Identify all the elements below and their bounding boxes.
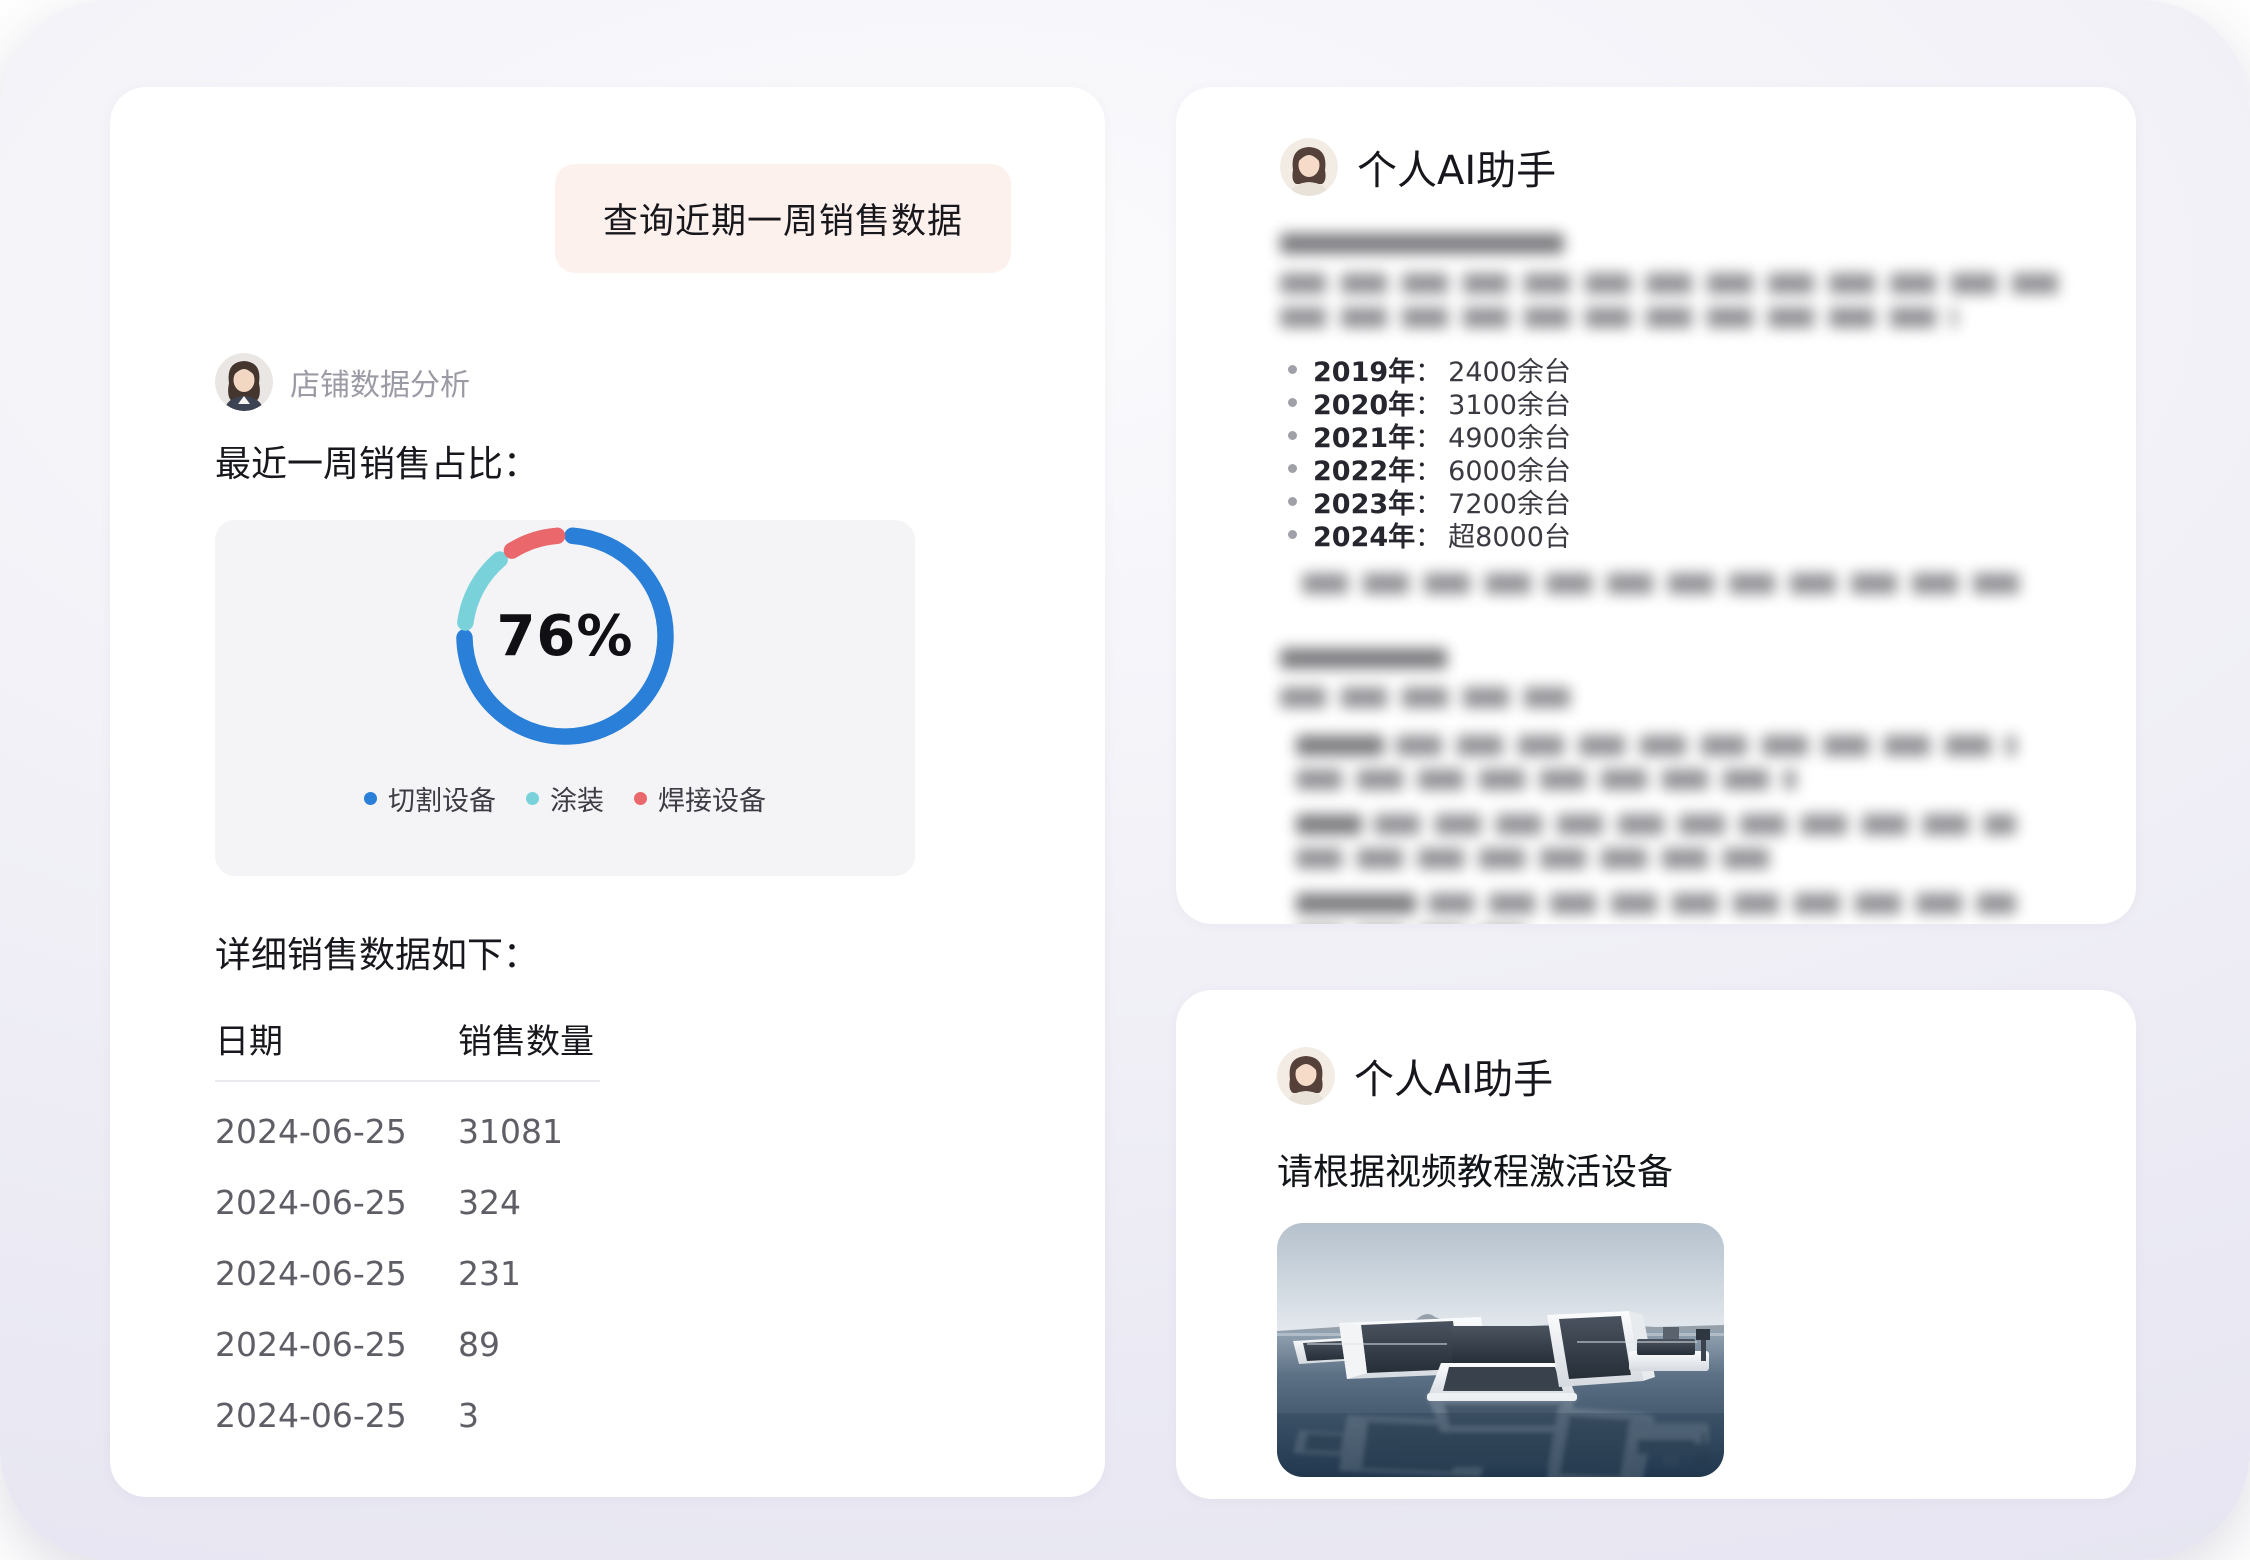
- table-cell: 2024-06-25: [215, 1112, 458, 1151]
- legend-label: 焊接设备: [658, 779, 766, 818]
- year-value: 超8000台: [1448, 515, 1571, 554]
- assistant-name: 个人AI助手: [1357, 138, 1556, 196]
- table-header-cell: 销售数量: [458, 1014, 600, 1063]
- bullet-dot: [1288, 365, 1297, 374]
- bullet-dot: [1288, 431, 1297, 440]
- table-divider: [215, 1080, 600, 1082]
- blurred-text-line: [1280, 648, 1447, 669]
- user-message-bubble: 查询近期一周销售数据: [555, 164, 1011, 273]
- blurred-text-chunk: [1428, 893, 2016, 914]
- table-row: 2024-06-2531081: [215, 1096, 1011, 1167]
- table-cell: 89: [458, 1325, 1011, 1364]
- blurred-text-chunk: [1296, 769, 1796, 790]
- blurred-text-line: [1296, 735, 2016, 756]
- bullet-dot: [1288, 398, 1297, 407]
- year-list-item: 2020年：3100余台: [1288, 386, 2076, 418]
- blurred-bold-chunk: [1280, 233, 1564, 254]
- year-list-item: 2019年：2400余台: [1288, 353, 2076, 385]
- legend-dot: [526, 792, 539, 805]
- blurred-text-chunk: [1296, 848, 1783, 869]
- assistant-name: 个人AI助手: [1354, 1047, 1553, 1105]
- assistant-avatar: [1280, 138, 1338, 196]
- donut-chart: 76%: [449, 520, 681, 752]
- sales-table-header: 日期销售数量: [215, 1014, 1011, 1063]
- blurred-text-chunk: [1280, 687, 1571, 708]
- share-section-title: 最近一周销售占比：: [215, 435, 1011, 487]
- table-row: 2024-06-253: [215, 1380, 1011, 1451]
- table-cell: 2024-06-25: [215, 1254, 458, 1293]
- app-background: 查询近期一周销售数据 店铺数据分析 最近一周销售占比：: [0, 0, 2250, 1560]
- assistant-message: 请根据视频教程激活设备: [1277, 1143, 2076, 1195]
- blurred-text-line: [1280, 687, 1571, 708]
- year-separator: ：: [1415, 515, 1442, 554]
- blurred-text-chunk: [1280, 307, 1957, 328]
- table-cell: 31081: [458, 1112, 1011, 1151]
- table-row: 2024-06-25231: [215, 1238, 1011, 1309]
- year-label: 2024年: [1313, 515, 1415, 554]
- legend-label: 切割设备: [388, 779, 496, 818]
- blurred-text-line: [1296, 769, 1796, 790]
- blurred-text-chunk: [1302, 573, 2022, 594]
- blurred-text-chunk: [1396, 735, 2016, 756]
- yearly-sales-list: 2019年：2400余台2020年：3100余台2021年：4900余台2022…: [1280, 353, 2076, 550]
- blurred-text-line: [1280, 307, 1957, 328]
- blurred-section-text: [1280, 648, 2076, 924]
- blurred-text-line: [1296, 893, 2016, 914]
- table-row: 2024-06-2589: [215, 1309, 1011, 1380]
- video-tutorial-thumbnail[interactable]: [1277, 1223, 1724, 1477]
- assistant-avatar: [1277, 1047, 1335, 1105]
- table-section-title: 详细销售数据如下：: [215, 926, 1011, 978]
- ai-assistant-panel: 个人AI助手 2019年：2400余台2020年：3100余台2021年：490…: [1176, 87, 2136, 924]
- agent-name: 店铺数据分析: [290, 360, 470, 404]
- blurred-intro-text: [1280, 233, 2076, 328]
- sales-table-body: 2024-06-25310812024-06-253242024-06-2523…: [215, 1096, 1011, 1451]
- blurred-text-chunk: [1280, 273, 2072, 294]
- assistant-header: 个人AI助手: [1277, 1047, 2076, 1105]
- year-list-item: 2023年：7200余台: [1288, 485, 2076, 517]
- store-analysis-panel: 查询近期一周销售数据 店铺数据分析 最近一周销售占比：: [110, 87, 1105, 1497]
- table-header-cell: 日期: [215, 1014, 458, 1063]
- blurred-bold-chunk: [1296, 814, 1362, 835]
- table-cell: 2024-06-25: [215, 1325, 458, 1364]
- blurred-text-line: [1280, 273, 2072, 294]
- blurred-quote-text: [1280, 573, 2076, 594]
- legend-dot: [634, 792, 647, 805]
- legend-item: 切割设备: [364, 779, 496, 818]
- assistant-header: 个人AI助手: [1280, 138, 2076, 196]
- bullet-dot: [1288, 464, 1297, 473]
- legend-label: 涂装: [550, 779, 604, 818]
- legend-dot: [364, 792, 377, 805]
- sales-table: 日期销售数量 2024-06-25310812024-06-253242024-…: [215, 1014, 1011, 1451]
- year-list-item: 2022年：6000余台: [1288, 452, 2076, 484]
- blurred-text-chunk: [1374, 814, 2016, 835]
- blurred-text-line: [1296, 814, 2016, 835]
- bullet-dot: [1288, 530, 1297, 539]
- table-cell: 231: [458, 1254, 1011, 1293]
- blurred-text-line: [1302, 573, 2022, 594]
- donut-chart-card: 76% 切割设备 涂装 焊接设备: [215, 520, 915, 876]
- table-cell: 324: [458, 1183, 1011, 1222]
- blurred-bold-chunk: [1280, 648, 1447, 669]
- legend-item: 涂装: [526, 779, 604, 818]
- blurred-bold-chunk: [1296, 735, 1384, 756]
- table-cell: 3: [458, 1396, 1011, 1435]
- table-cell: 2024-06-25: [215, 1396, 458, 1435]
- year-list-item: 2021年：4900余台: [1288, 419, 2076, 451]
- table-cell: 2024-06-25: [215, 1183, 458, 1222]
- year-list-item: 2024年：超8000台: [1288, 518, 2076, 550]
- chart-legend: 切割设备 涂装 焊接设备: [215, 779, 915, 818]
- bullet-dot: [1288, 497, 1297, 506]
- analyst-avatar: [215, 353, 273, 411]
- agent-header: 店铺数据分析: [215, 353, 1011, 411]
- user-message-row: 查询近期一周销售数据: [215, 164, 1011, 273]
- table-row: 2024-06-25324: [215, 1167, 1011, 1238]
- blurred-text-line: [1296, 848, 1783, 869]
- blurred-bold-chunk: [1296, 893, 1416, 914]
- legend-item: 焊接设备: [634, 779, 766, 818]
- donut-center-label: 76%: [449, 520, 681, 752]
- ai-assistant-video-panel: 个人AI助手 请根据视频教程激活设备: [1176, 990, 2136, 1499]
- equipment-scene-image: [1277, 1223, 1724, 1477]
- blurred-text-line: [1280, 233, 1564, 254]
